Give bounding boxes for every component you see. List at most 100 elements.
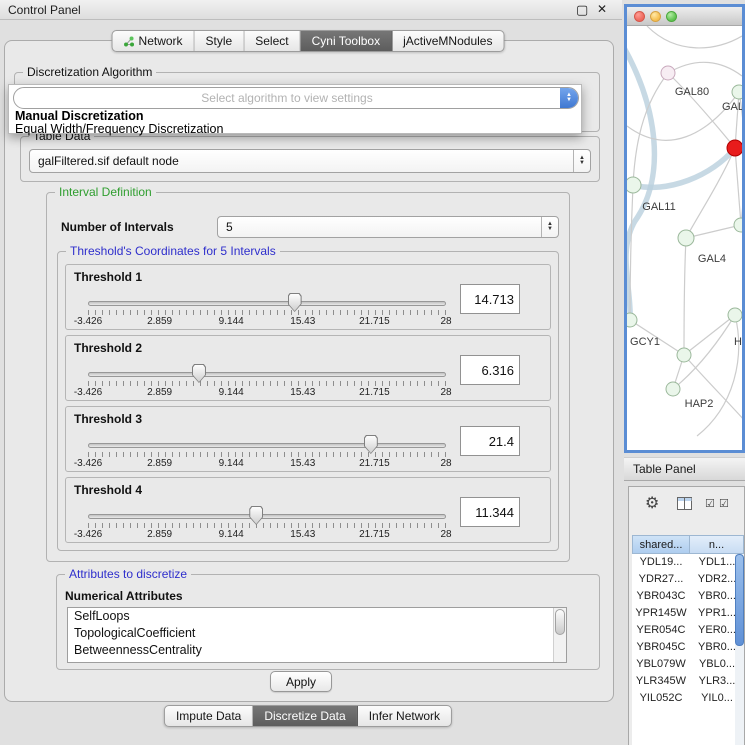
network-edge	[684, 238, 686, 355]
table-row[interactable]: YLR345WYLR3...	[632, 673, 744, 690]
table-scrollbar[interactable]	[735, 554, 744, 745]
table-row[interactable]: YDL19...YDL1...	[632, 554, 744, 571]
slider-thumb[interactable]	[192, 364, 206, 383]
number-of-intervals-combobox[interactable]: 5 ▲ ▼	[217, 216, 559, 238]
table-panel-title: Table Panel	[633, 462, 696, 476]
table-row[interactable]: YBL079WYBL0...	[632, 656, 744, 673]
table-row[interactable]: YIL052CYIL0...	[632, 690, 744, 707]
network-node-label: GAL80	[675, 86, 709, 98]
minimize-traffic-light[interactable]	[650, 11, 661, 22]
tab-network[interactable]: Network	[113, 31, 195, 51]
table-row[interactable]: YER054CYER0...	[632, 622, 744, 639]
slider-tick-labels: -3.426 2.859 9.144 15.43 21.715 28	[88, 529, 446, 541]
network-edge	[684, 315, 735, 355]
slider-ticks	[88, 381, 446, 386]
scrollbar-thumb[interactable]	[735, 554, 744, 646]
tab-discretize-data[interactable]: Discretize Data	[253, 706, 357, 726]
tick-label: 28	[440, 316, 451, 327]
tab-infer-network[interactable]: Infer Network	[358, 706, 451, 726]
network-node-label: H	[734, 336, 742, 348]
slider-track	[88, 514, 446, 519]
combobox-value: 5	[218, 217, 541, 237]
tab-jactivemnodules[interactable]: jActiveMNodules	[392, 31, 503, 51]
algorithm-dropdown-popup: Select algorithm to view settings ▲ ▼ Ma…	[8, 84, 582, 134]
threshold-slider[interactable]: -3.426 2.859 9.144 15.43 21.715 28	[88, 433, 446, 471]
network-node[interactable]	[627, 177, 641, 193]
threshold-slider[interactable]: -3.426 2.859 9.144 15.43 21.715 28	[88, 362, 446, 400]
network-node[interactable]	[677, 348, 691, 362]
tab-label: Select	[255, 34, 288, 48]
slider-ticks	[88, 452, 446, 457]
tab-select[interactable]: Select	[244, 31, 300, 51]
number-of-intervals-label: Number of Intervals	[61, 220, 174, 234]
list-scrollbar[interactable]	[553, 608, 566, 662]
threshold-value-input[interactable]	[460, 426, 520, 456]
combobox-stepper[interactable]: ▲ ▼	[573, 150, 590, 172]
combobox-placeholder: Select algorithm to view settings	[14, 88, 560, 108]
list-item[interactable]: BetweennessCentrality	[68, 642, 566, 659]
network-node[interactable]	[734, 218, 742, 232]
menu-item-manual-discretization[interactable]: Manual Discretization	[15, 109, 144, 123]
table-row[interactable]: YPR145WYPR1...	[632, 605, 744, 622]
table-row[interactable]: YBR043CYBR0...	[632, 588, 744, 605]
group-title: Threshold's Coordinates for 5 Intervals	[66, 244, 280, 258]
slider-thumb[interactable]	[249, 506, 263, 525]
float-window-icon[interactable]: ▢	[576, 2, 588, 18]
network-node[interactable]	[732, 85, 742, 99]
network-node[interactable]	[661, 66, 675, 80]
threshold-slider[interactable]: -3.426 2.859 9.144 15.43 21.715 28	[88, 504, 446, 542]
table-data-combobox[interactable]: galFiltered.sif default node ▲ ▼	[29, 149, 591, 173]
column-header[interactable]: n...	[690, 535, 744, 554]
threshold-slider[interactable]: -3.426 2.859 9.144 15.43 21.715 28	[88, 291, 446, 329]
threshold-value-input[interactable]	[460, 497, 520, 527]
network-node[interactable]	[666, 382, 680, 396]
slider-thumb[interactable]	[288, 293, 302, 312]
gear-icon[interactable]: ⚙	[645, 493, 659, 513]
table-body: YDL19...YDL1... YDR27...YDR2... YBR043CY…	[632, 554, 744, 745]
network-edge	[735, 148, 741, 225]
tab-cyni-toolbox[interactable]: Cyni Toolbox	[301, 31, 392, 51]
network-node-label: HAP2	[685, 398, 714, 410]
list-item[interactable]: TopologicalCoefficient	[68, 625, 566, 642]
combobox-stepper[interactable]: ▲ ▼	[560, 88, 578, 108]
network-node[interactable]	[678, 230, 694, 246]
table-panel-header: Table Panel	[624, 457, 745, 481]
network-node-label: GAL4	[698, 253, 726, 265]
columns-icon[interactable]	[677, 497, 692, 510]
tab-style[interactable]: Style	[195, 31, 245, 51]
network-node[interactable]	[728, 308, 742, 322]
threshold-panel: Threshold 4 -3.426 2.859 9.144 15.43 21.…	[65, 477, 551, 543]
column-header[interactable]: shared...	[632, 535, 690, 554]
table-row[interactable]: YBR045CYBR0...	[632, 639, 744, 656]
threshold-value-input[interactable]	[460, 355, 520, 385]
close-traffic-light[interactable]	[634, 11, 645, 22]
table-data-group: Table Data galFiltered.sif default node …	[20, 136, 600, 182]
close-icon[interactable]: ✕	[597, 2, 607, 16]
scrollbar-thumb[interactable]	[555, 609, 565, 635]
network-node[interactable]	[627, 313, 637, 327]
slider-ticks	[88, 310, 446, 315]
table-row[interactable]: YDR27...YDR2...	[632, 571, 744, 588]
menu-item-equal-width-frequency[interactable]: Equal Width/Frequency Discretization	[15, 122, 223, 136]
checkbox-icon[interactable]: ☑	[719, 497, 729, 510]
slider-thumb[interactable]	[364, 435, 378, 454]
network-node-label: GAL	[722, 101, 742, 113]
tab-impute-data[interactable]: Impute Data	[165, 706, 253, 726]
network-view-window: GAL80GALGAL11GAL4GCY1HHAP2	[624, 4, 745, 453]
threshold-value-input[interactable]	[460, 284, 520, 314]
algorithm-combobox[interactable]: Select algorithm to view settings ▲ ▼	[13, 87, 579, 109]
network-node-highlight[interactable]	[727, 140, 742, 156]
zoom-traffic-light[interactable]	[666, 11, 677, 22]
network-node-label: GAL11	[642, 201, 675, 213]
apply-button[interactable]: Apply	[270, 671, 332, 692]
checkbox-icon[interactable]: ☑	[705, 497, 715, 510]
network-canvas[interactable]: GAL80GALGAL11GAL4GCY1HHAP2	[627, 26, 742, 450]
numerical-attributes-list[interactable]: SelfLoops TopologicalCoefficient Between…	[67, 607, 567, 663]
table-cell: YBL079W	[632, 656, 690, 673]
tick-label: 28	[440, 387, 451, 398]
combobox-stepper[interactable]: ▲ ▼	[541, 217, 558, 237]
tick-label: 2.859	[147, 387, 172, 398]
list-item[interactable]: SelfLoops	[68, 608, 566, 625]
table-cell: YDL19...	[632, 554, 690, 571]
network-window-titlebar[interactable]	[627, 7, 742, 26]
